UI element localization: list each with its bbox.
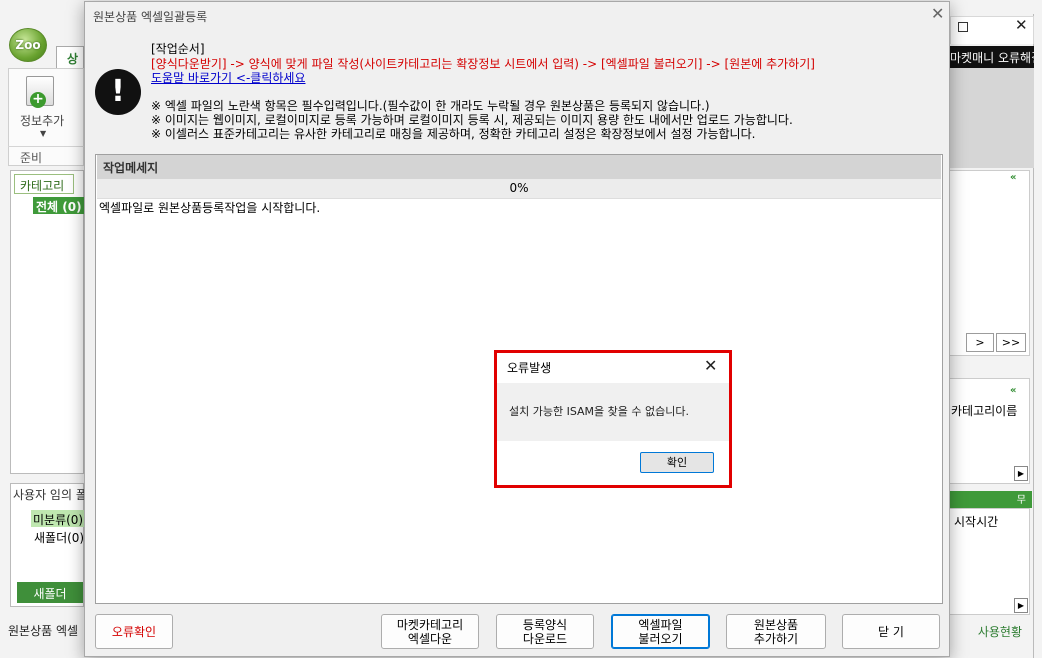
category-all-item[interactable]: 전체 (0) xyxy=(33,197,84,214)
green-header-bar: 무 xyxy=(948,491,1032,508)
message-panel-header: 작업메세지 xyxy=(97,155,941,179)
error-message: 설치 가능한 ISAM을 찾을 수 없습니다. xyxy=(497,383,729,441)
error-check-button[interactable]: 오류확인 xyxy=(95,614,173,649)
error-close-icon[interactable]: ✕ xyxy=(704,356,717,375)
excel-bulk-register-dialog: 원본상품 엑셀일괄등록 ✕ ! [작업순서] [양식다운받기] -> 양식에 맞… xyxy=(84,1,950,657)
close-button[interactable]: 닫 기 xyxy=(842,614,940,649)
button-label-line2: 다운로드 xyxy=(522,631,568,646)
button-label-line1: 등록양식 xyxy=(522,617,568,632)
usage-status-tab[interactable]: 사용현황 xyxy=(948,620,1030,640)
add-icon: + xyxy=(30,92,46,108)
help-link[interactable]: 도움말 바로가기 <-클릭하세요 xyxy=(151,69,306,86)
right-panel-top xyxy=(948,170,1030,356)
dialog-title: 원본상품 엑셀일괄등록 xyxy=(93,10,208,24)
error-fix-header[interactable]: 마켓매니 오류해결 xyxy=(948,46,1034,68)
category-panel xyxy=(10,170,84,474)
category-name-column: 카테고리이름 xyxy=(951,404,1018,418)
scroll-right-arrow-icon[interactable]: ▶ xyxy=(1014,598,1028,613)
tab-products[interactable]: 상품 xyxy=(56,46,84,68)
user-folder-title: 사용자 임의 폴더 xyxy=(13,488,84,502)
register-form-download-button[interactable]: 등록양식 다운로드 xyxy=(496,614,594,649)
progress-bar: 0% xyxy=(97,179,941,199)
gray-area xyxy=(948,68,1034,168)
start-time-column: 시작시간 xyxy=(954,515,999,529)
ribbon-group-label: 준비 xyxy=(8,146,84,166)
load-excel-file-button[interactable]: 엑셀파일 불러오기 xyxy=(611,614,710,649)
collapse-chevron-icon[interactable]: « xyxy=(1010,385,1016,396)
note-categories: ※ 이셀러스 표준카테고리는 유사한 카테고리로 매칭을 제공하며, 정확한 카… xyxy=(151,127,756,141)
maximize-icon[interactable] xyxy=(958,22,968,32)
button-label-line1: 엑셀파일 xyxy=(638,617,683,632)
ok-button[interactable]: 확인 xyxy=(640,452,714,473)
last-page-button[interactable]: >> xyxy=(996,333,1026,352)
button-label-line2: 불러오기 xyxy=(638,631,683,646)
button-label-line2: 엑셀다운 xyxy=(407,631,453,646)
scroll-right-arrow-icon[interactable]: ▶ xyxy=(1014,466,1028,481)
app-logo: Zoo xyxy=(9,28,47,62)
tab-category[interactable]: 카테고리 xyxy=(14,174,74,194)
log-line: 엑셀파일로 원본상품등록작업을 시작합니다. xyxy=(99,201,321,215)
warning-icon: ! xyxy=(95,69,141,115)
folder-item-new[interactable]: 새폴더(0) xyxy=(34,529,84,546)
error-check-label: 오류확인 xyxy=(111,624,157,639)
button-label-line1: 마켓카테고리 xyxy=(396,617,464,632)
market-category-download-button[interactable]: 마켓카테고리 엑셀다운 xyxy=(381,614,479,649)
dialog-close-icon[interactable]: ✕ xyxy=(931,4,944,23)
dropdown-arrow-icon[interactable]: ▼ xyxy=(40,129,46,138)
window-close-icon[interactable]: ✕ xyxy=(1015,16,1028,34)
error-dialog-title: 오류발생 xyxy=(497,353,729,383)
add-info-button[interactable]: 정보추가 xyxy=(20,112,64,129)
button-label-line2: 추가하기 xyxy=(753,631,799,646)
button-label-line1: 원본상품 xyxy=(753,617,799,632)
collapse-chevron-icon[interactable]: « xyxy=(1010,172,1016,183)
new-folder-button[interactable]: 새폴더 xyxy=(17,582,83,603)
status-bar-text: 원본상품 엑셀 xyxy=(8,624,79,638)
folder-item-unclassified[interactable]: 미분류(0) xyxy=(31,510,84,527)
close-button-label: 닫 기 xyxy=(878,624,904,639)
add-to-original-button[interactable]: 원본상품 추가하기 xyxy=(726,614,826,649)
next-page-button[interactable]: > xyxy=(966,333,994,352)
